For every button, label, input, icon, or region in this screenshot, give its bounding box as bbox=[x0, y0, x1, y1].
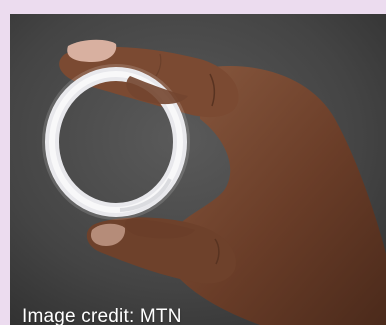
photo-frame: Image credit: MTN bbox=[10, 14, 386, 325]
image-credit: Image credit: MTN bbox=[22, 306, 182, 325]
hand-holding-ring-photo bbox=[10, 14, 386, 325]
